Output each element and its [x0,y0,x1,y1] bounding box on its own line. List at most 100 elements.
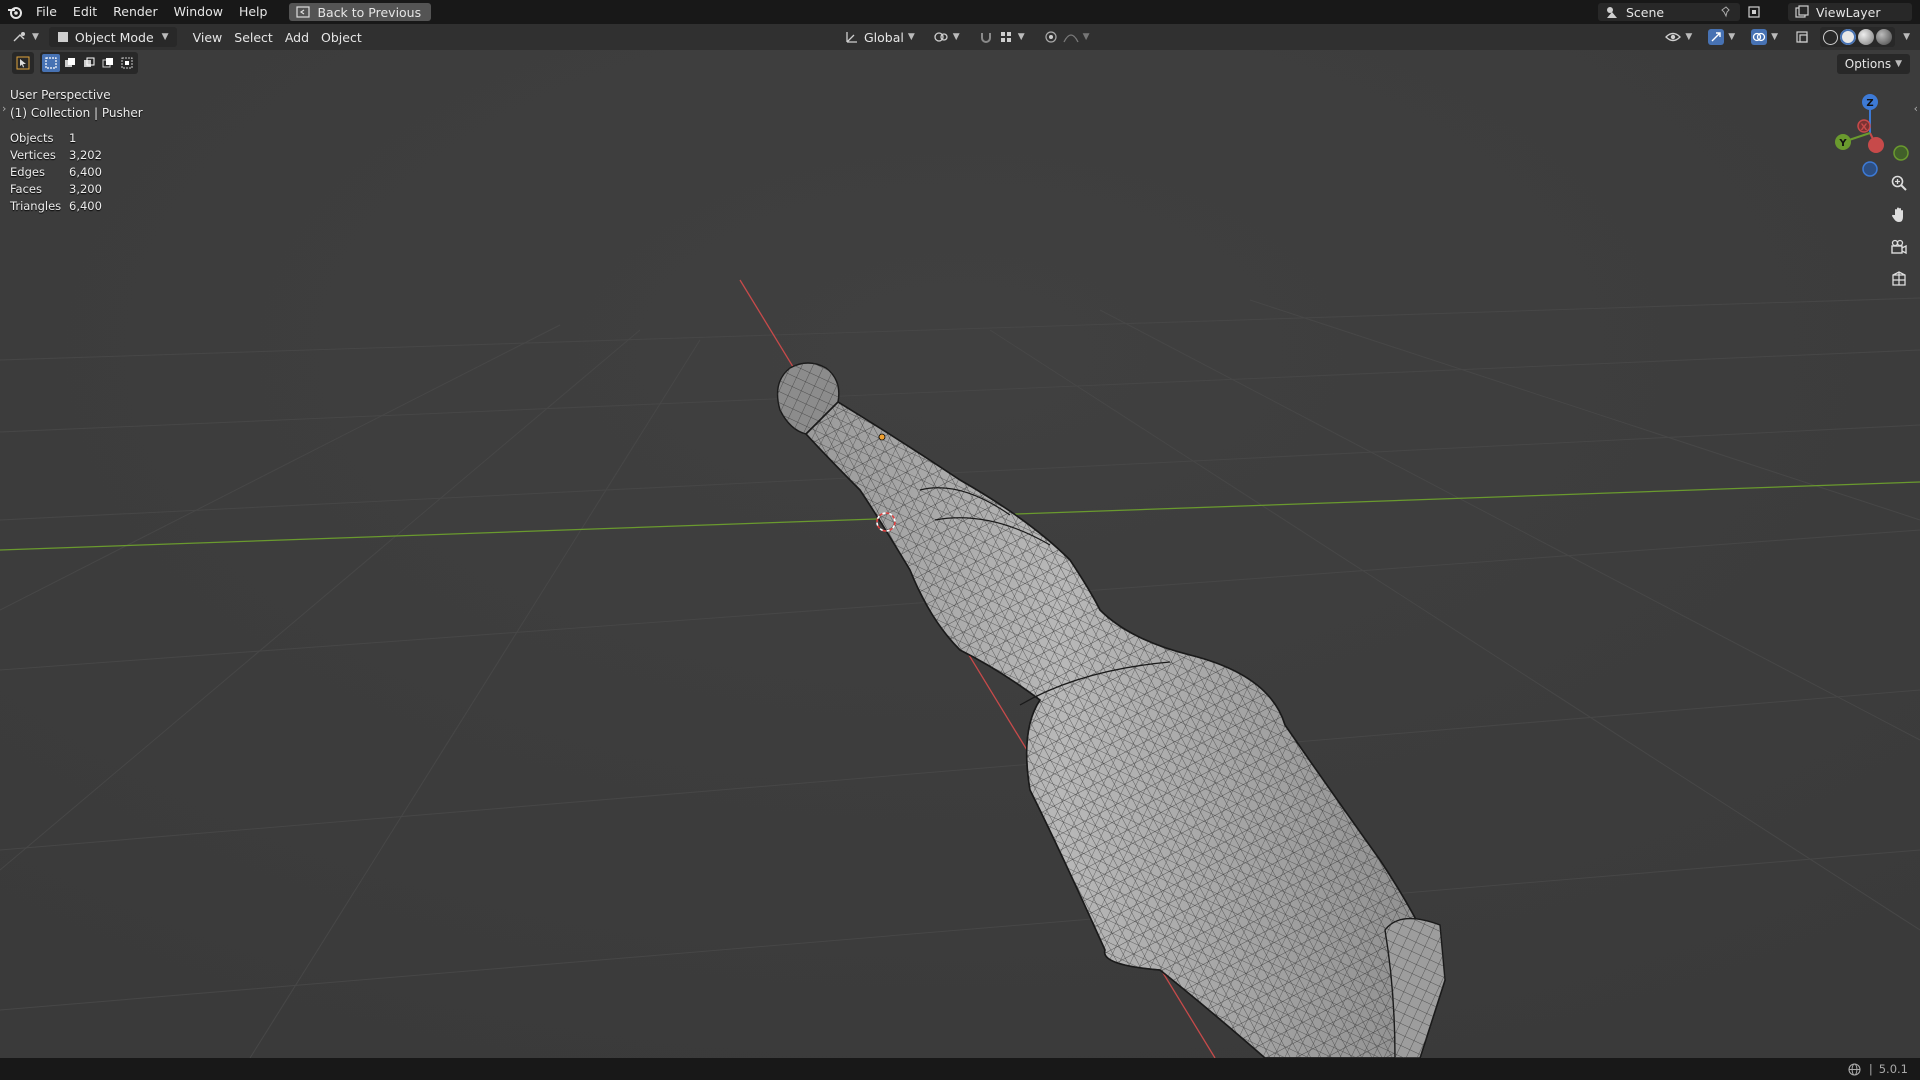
menu-help[interactable]: Help [231,0,276,24]
chevron-down-icon: ▼ [1082,32,1090,42]
viewport-header: ▼ Object Mode ▼ View Select Add Object G… [0,24,1920,50]
select-new-icon[interactable] [42,54,60,72]
chevron-down-icon[interactable]: ▼ [1899,32,1914,42]
select-subtract-icon[interactable] [80,54,98,72]
blender-logo-icon[interactable] [2,0,28,24]
chevron-down-icon: ▼ [907,32,915,42]
overlay-icon [1751,29,1768,45]
pivot-icon [933,29,949,45]
chevron-down-icon: ▼ [952,32,960,42]
view-layer-selector[interactable]: ViewLayer [1788,3,1912,21]
menu-select[interactable]: Select [228,27,279,47]
options-label: Options [1844,57,1892,71]
chevron-down-icon: ▼ [161,32,169,42]
object-origin[interactable] [878,433,886,441]
pin-icon[interactable] [1718,4,1734,20]
toolbar-toggle-icon[interactable]: › [2,102,6,115]
camera-icon[interactable] [1886,234,1912,260]
proportional-icon [1043,29,1059,45]
editor-type-button[interactable]: ▼ [6,27,45,47]
grid-ortho-icon[interactable] [1886,266,1912,292]
pivot-point-dropdown[interactable]: ▼ [927,27,966,47]
globe-icon[interactable] [1847,1061,1863,1077]
gizmo-z-label: Z [1866,98,1873,109]
chevron-down-icon: ▼ [1728,32,1736,42]
select-difference-icon[interactable] [99,54,117,72]
transform-orientation-icon [844,29,860,45]
scene-selector[interactable]: Scene [1598,3,1740,21]
stat-row: Edges 6,400 [10,165,102,179]
selection-mode-group [40,52,138,74]
select-extend-icon[interactable] [61,54,79,72]
gizmo-y-label: Y [1838,138,1847,149]
options-dropdown[interactable]: Options ▼ [1836,54,1910,74]
stat-row: Faces 3,200 [10,182,102,196]
proportional-editing-toggle[interactable]: ▼ [1037,27,1096,47]
menu-object[interactable]: Object [315,27,368,47]
view-layer-icon [1794,4,1810,20]
snap-icon [978,29,994,45]
menu-view[interactable]: View [187,27,229,47]
select-intersect-icon[interactable] [118,54,136,72]
scene-icon [1604,4,1620,20]
menu-render[interactable]: Render [105,0,166,24]
visibility-dropdown[interactable]: ▼ [1659,27,1698,47]
menu-edit[interactable]: Edit [65,0,105,24]
stat-row: Vertices 3,202 [10,148,102,162]
viewport-info: User Perspective (1) Collection | Pusher [10,86,143,122]
scene-statistics: Objects 1 Vertices 3,202 Edges 6,400 Faces 3… [10,130,102,215]
back-icon [295,4,311,20]
xray-toggle[interactable] [1788,27,1816,47]
select-tool-button[interactable] [12,52,34,74]
transform-tools: Global ▼ ▼ ▼ ▼ [838,27,1096,47]
material-shading-icon[interactable] [1858,29,1875,45]
chevron-down-icon: ▼ [1895,59,1902,69]
menu-window[interactable]: Window [166,0,231,24]
cursor-arrow-icon [16,56,30,70]
perspective-label: User Perspective [10,88,111,102]
menu-add[interactable]: Add [279,27,315,47]
chevron-down-icon: ▼ [1685,32,1693,42]
gizmo-x[interactable] [1868,137,1884,153]
stat-row: Triangles 6,400 [10,199,102,213]
back-to-previous-button[interactable]: Back to Previous [289,3,432,21]
snap-grid-icon [998,29,1014,45]
status-bar: | 5.0.1 [0,1058,1920,1080]
status-separator: | [1868,1062,1873,1076]
falloff-icon [1063,29,1079,45]
view-layer-name: ViewLayer [1816,4,1881,20]
gizmo-neg-z[interactable] [1862,161,1878,177]
tool-header [12,52,138,74]
version-info: | 5.0.1 [1847,1061,1908,1077]
zoom-icon[interactable] [1886,170,1912,196]
gizmo-toggle[interactable]: ▼ [1702,27,1741,47]
rendered-shading-icon[interactable] [1876,29,1893,45]
3d-viewport[interactable]: Z X Y [0,50,1920,1058]
transform-orientation-dropdown[interactable]: Global ▼ [838,27,921,47]
wireframe-shading-icon[interactable] [1823,29,1839,45]
gizmo-x-label: X [1861,123,1868,133]
menu-file[interactable]: File [28,0,65,24]
orientation-label: Global [864,29,904,45]
sidebar-toggle-icon[interactable]: ‹ [1914,102,1918,115]
top-bar: File Edit Render Window Help Back to Pre… [0,0,1920,24]
gizmo-neg-y[interactable] [1893,145,1909,161]
navigation-gizmo[interactable]: Z X Y [1825,88,1915,178]
chevron-down-icon: ▼ [1017,32,1025,42]
scene-name: Scene [1626,4,1665,20]
viewport-scene [0,50,1920,1058]
new-scene-icon[interactable] [1746,4,1762,20]
solid-shading-icon[interactable] [1840,29,1857,45]
version-label: 5.0.1 [1878,1062,1908,1076]
visibility-icon [1665,29,1682,45]
top-bar-right: Scene ViewLayer [1598,0,1912,24]
chevron-down-icon: ▼ [32,32,39,42]
hand-pan-icon[interactable] [1886,202,1912,228]
gizmo-icon [1708,29,1725,45]
back-button-label: Back to Previous [317,4,422,20]
xray-icon [1794,29,1810,45]
collection-label: (1) Collection | Pusher [10,106,143,120]
object-mode-dropdown[interactable]: Object Mode ▼ [48,27,177,47]
overlay-toggle[interactable]: ▼ [1745,27,1784,47]
snap-toggle[interactable]: ▼ [972,27,1031,47]
